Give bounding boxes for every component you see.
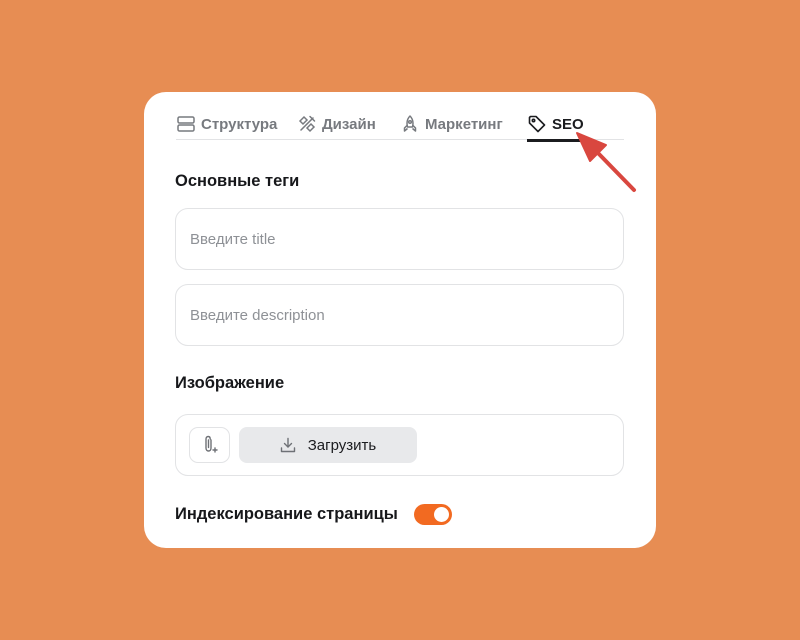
tab-structure[interactable]: Структура [176, 108, 277, 140]
upload-button[interactable]: Загрузить [239, 427, 417, 463]
basic-tags-heading: Основные теги [175, 172, 300, 190]
description-input[interactable] [175, 284, 624, 346]
design-tools-icon [297, 114, 317, 134]
download-icon [280, 437, 296, 453]
tag-icon [527, 114, 547, 134]
tab-bar: Структура Дизайн Маркетинг SEO [176, 108, 624, 142]
tab-marketing[interactable]: Маркетинг [400, 108, 503, 140]
tab-design-label: Дизайн [322, 115, 376, 133]
toggle-knob [433, 506, 449, 522]
seo-settings-card: Структура Дизайн Маркетинг SEO Основные … [144, 92, 656, 548]
upload-button-label: Загрузить [307, 436, 377, 454]
image-upload-field: Загрузить [175, 414, 624, 476]
indexing-toggle[interactable] [413, 503, 452, 525]
image-heading: Изображение [175, 374, 285, 392]
indexing-label: Индексирование страницы [175, 504, 398, 523]
tab-design[interactable]: Дизайн [297, 108, 376, 140]
indexing-row: Индексирование страницы [175, 502, 452, 526]
layout-rows-icon [176, 114, 196, 134]
tab-seo[interactable]: SEO [527, 108, 586, 142]
title-input[interactable] [175, 208, 624, 270]
attach-file-button[interactable] [189, 427, 230, 463]
paperclip-plus-icon [202, 435, 218, 455]
tab-marketing-label: Маркетинг [425, 115, 503, 133]
rocket-icon [400, 114, 420, 134]
tab-structure-label: Структура [201, 115, 278, 133]
tab-seo-label: SEO [552, 115, 584, 133]
